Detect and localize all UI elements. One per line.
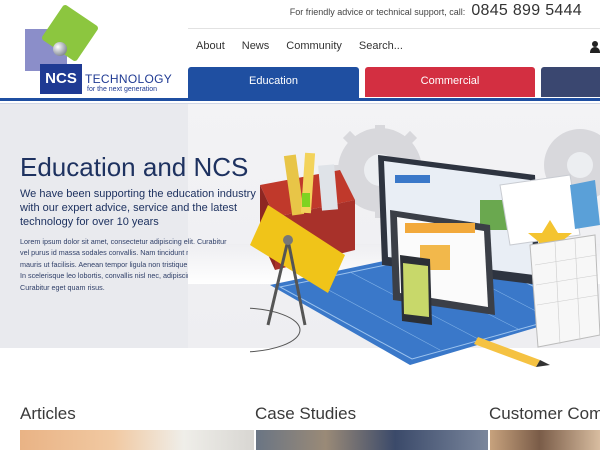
hero-subtitle: We have been supporting the education in…: [20, 188, 256, 228]
page: NCS TECHNOLOGY for the next generation F…: [0, 0, 600, 450]
user-icon-body: [590, 47, 600, 53]
nav-item-search[interactable]: Search...: [359, 40, 403, 56]
logo-technology-text: TECHNOLOGY: [85, 72, 173, 86]
hero-title: Education and NCS: [20, 152, 249, 182]
user-icon[interactable]: [590, 41, 600, 53]
logo-ncs-text: NCS: [40, 64, 82, 94]
smartphone: [400, 255, 432, 325]
support-phone[interactable]: 0845 899 5444: [471, 2, 582, 20]
support-label: For friendly advice or technical support…: [289, 7, 466, 17]
articles-thumbnail[interactable]: [20, 430, 254, 450]
nav-item-news[interactable]: News: [242, 40, 270, 56]
section-heading-case-studies[interactable]: Case Studies: [255, 404, 356, 424]
compass-circle: [250, 307, 301, 353]
tab-third[interactable]: [541, 67, 600, 97]
nav-item-about[interactable]: About: [196, 40, 225, 56]
support-line: For friendly advice or technical support…: [290, 2, 582, 24]
main-nav: About News Community Search...: [196, 40, 420, 56]
logo-tagline: for the next generation: [87, 86, 158, 93]
topbar-divider: [188, 28, 600, 29]
section-heading-articles[interactable]: Articles: [20, 404, 76, 424]
grid-sheet: [529, 234, 600, 348]
tab-commercial[interactable]: Commercial: [365, 67, 535, 97]
section-heading-customer-comm[interactable]: Customer Comm: [489, 404, 600, 424]
case-studies-thumbnail[interactable]: [256, 430, 488, 450]
tab-education[interactable]: Education: [188, 67, 359, 100]
customer-comm-thumbnail[interactable]: [490, 430, 600, 450]
logo-ball: [53, 42, 67, 56]
nav-item-community[interactable]: Community: [286, 40, 342, 56]
education-technology-illustration: [250, 125, 600, 367]
ncs-logo[interactable]: NCS TECHNOLOGY for the next generation: [22, 3, 172, 96]
